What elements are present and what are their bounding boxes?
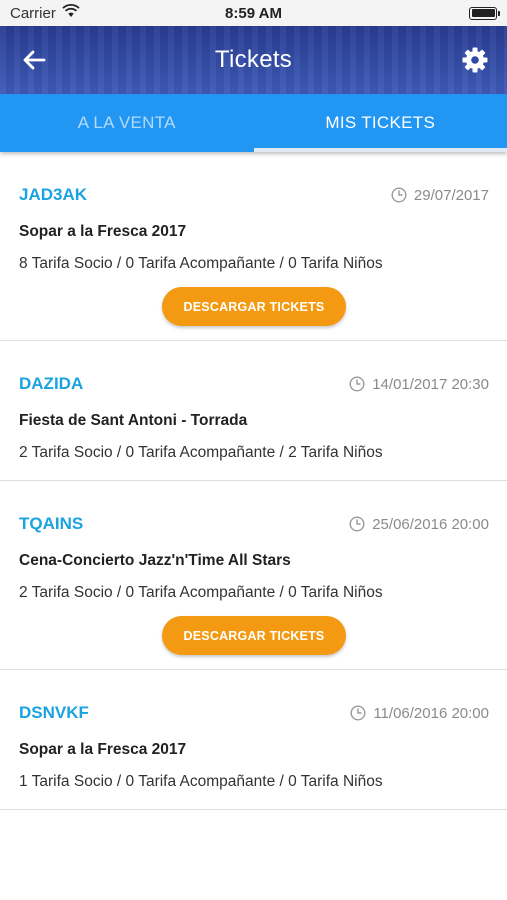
- ticket-card: DAZIDA 14/01/2017 20:30 Fiesta de Sant A…: [0, 341, 507, 481]
- status-bar: Carrier 8:59 AM: [0, 0, 507, 26]
- tab-bar: A LA VENTA MIS TICKETS: [0, 94, 507, 152]
- tab-mis-tickets[interactable]: MIS TICKETS: [253, 94, 507, 152]
- ticket-date: 11/06/2016 20:00: [350, 705, 489, 722]
- ticket-date: 29/07/2017: [391, 187, 489, 204]
- tab-label: MIS TICKETS: [325, 113, 436, 132]
- ticket-rates: 1 Tarifa Socio / 0 Tarifa Acompañante / …: [19, 773, 383, 790]
- ticket-date-text: 29/07/2017: [413, 186, 489, 204]
- tab-label: A LA VENTA: [77, 113, 176, 132]
- event-name: Fiesta de Sant Antoni - Torrada: [19, 412, 248, 429]
- ticket-rates: 2 Tarifa Socio / 0 Tarifa Acompañante / …: [19, 584, 383, 601]
- tab-a-la-venta[interactable]: A LA VENTA: [0, 94, 254, 152]
- ticket-rates: 8 Tarifa Socio / 0 Tarifa Acompañante / …: [19, 255, 383, 272]
- battery-icon: [469, 6, 500, 20]
- gear-icon: [462, 47, 488, 73]
- clock-icon: [391, 187, 407, 203]
- download-tickets-button[interactable]: DESCARGAR TICKETS: [162, 616, 346, 655]
- ticket-date: 25/06/2016 20:00: [349, 516, 489, 533]
- event-name: Cena-Concierto Jazz'n'Time All Stars: [19, 552, 291, 569]
- ticket-code[interactable]: TQAINS: [19, 514, 83, 534]
- ticket-date-text: 11/06/2016 20:00: [373, 704, 489, 722]
- clock-icon: [349, 516, 365, 532]
- event-name: Sopar a la Fresca 2017: [19, 741, 187, 758]
- ticket-card: TQAINS 25/06/2016 20:00 Cena-Concierto J…: [0, 481, 507, 670]
- wifi-icon: [62, 4, 80, 22]
- ticket-code[interactable]: JAD3AK: [19, 185, 87, 205]
- download-tickets-button[interactable]: DESCARGAR TICKETS: [162, 287, 346, 326]
- ticket-code[interactable]: DSNVKF: [19, 703, 89, 723]
- ticket-list: JAD3AK 29/07/2017 Sopar a la Fresca 2017…: [0, 152, 507, 810]
- carrier-label: Carrier: [10, 4, 56, 22]
- navigation-bar: Tickets: [0, 26, 507, 94]
- clock-icon: [349, 376, 365, 392]
- ticket-date: 14/01/2017 20:30: [349, 376, 489, 393]
- settings-button[interactable]: [455, 40, 495, 80]
- ticket-code[interactable]: DAZIDA: [19, 374, 83, 394]
- ticket-card: JAD3AK 29/07/2017 Sopar a la Fresca 2017…: [0, 152, 507, 341]
- ticket-date-text: 25/06/2016 20:00: [372, 515, 489, 533]
- status-left: Carrier: [10, 4, 80, 22]
- clock-icon: [350, 705, 366, 721]
- ticket-card: DSNVKF 11/06/2016 20:00 Sopar a la Fresc…: [0, 670, 507, 810]
- page-title: Tickets: [214, 46, 293, 73]
- ticket-date-text: 14/01/2017 20:30: [372, 375, 489, 393]
- back-button[interactable]: [14, 42, 54, 78]
- arrow-left-icon: [23, 50, 46, 70]
- event-name: Sopar a la Fresca 2017: [19, 223, 187, 240]
- ticket-rates: 2 Tarifa Socio / 0 Tarifa Acompañante / …: [19, 444, 383, 461]
